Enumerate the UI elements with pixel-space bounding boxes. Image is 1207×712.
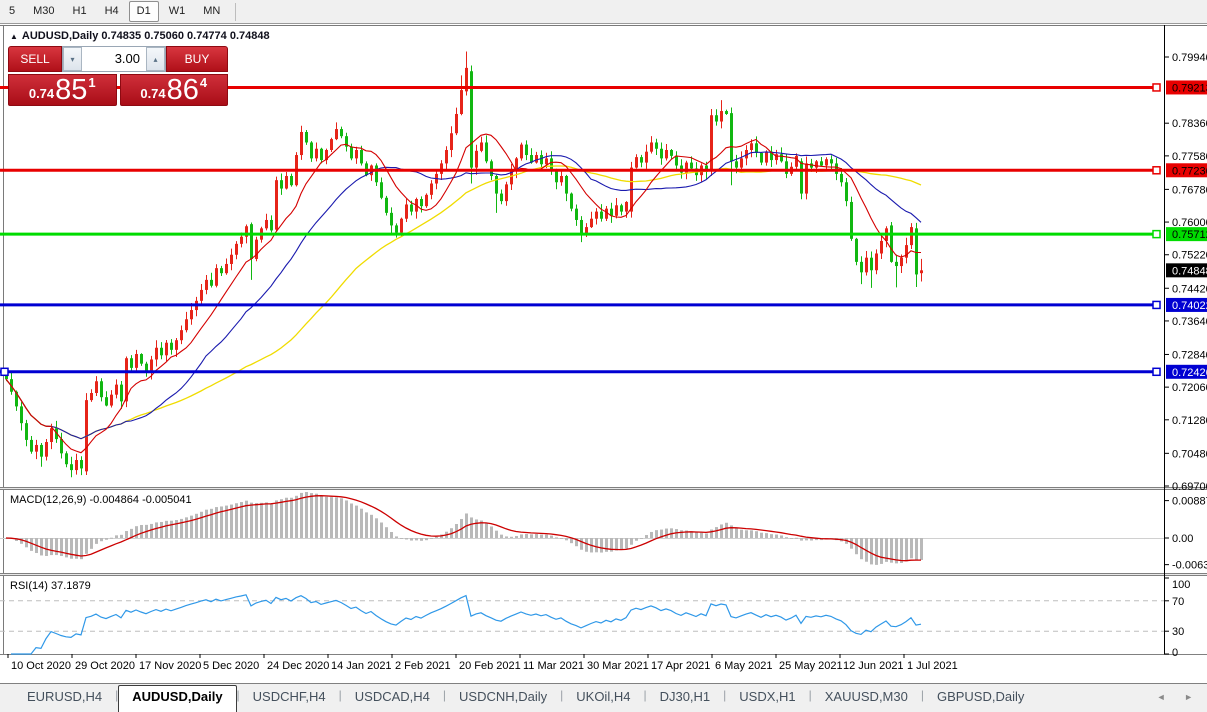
date-tick-label: 17 Nov 2020 (139, 660, 201, 672)
price-badge: 0.77236 (1172, 165, 1207, 177)
date-tick-label: 2 Feb 2021 (395, 660, 451, 672)
ask-prefix: 0.74 (140, 86, 165, 101)
date-tick-label: 14 Jan 2021 (331, 660, 392, 672)
price-tick-label: 0.74420 (1172, 283, 1207, 295)
tab-USDCAD-H4[interactable]: USDCAD,H4 (342, 686, 443, 710)
price-tick-label: 0.70480 (1172, 448, 1207, 460)
tab-USDX-H1[interactable]: USDX,H1 (726, 686, 808, 710)
tab-UKOil-H4[interactable]: UKOil,H4 (563, 686, 643, 710)
date-tick-label: 17 Apr 2021 (651, 660, 710, 672)
price-tick-label: 0.78360 (1172, 118, 1207, 130)
chart-title: ▲ AUDUSD,Daily 0.74835 0.75060 0.74774 0.… (10, 30, 270, 42)
tab-GBPUSD-Daily[interactable]: GBPUSD,Daily (924, 686, 1037, 710)
tab-XAUUSD-M30[interactable]: XAUUSD,M30 (812, 686, 921, 710)
timeframe-button-H4[interactable]: H4 (97, 1, 127, 22)
price-axis[interactable]: 0.799400.783600.775800.767800.760000.752… (1164, 25, 1207, 659)
chart-ohlc-values: 0.74835 0.75060 0.74774 0.74848 (101, 30, 269, 42)
volume-increase-button[interactable]: ▴ (146, 47, 165, 71)
price-badge: 0.79213 (1172, 82, 1207, 94)
candles-layer (5, 52, 923, 478)
date-tick-label: 24 Dec 2020 (267, 660, 329, 672)
price-tick-label: 0.77580 (1172, 151, 1207, 163)
ask-price-display[interactable]: 0.74864 (120, 74, 229, 106)
tab-USDCHF-H4[interactable]: USDCHF,H4 (240, 686, 339, 710)
price-tick-label: 0.75220 (1172, 250, 1207, 262)
ask-pipette: 4 (200, 75, 207, 90)
tab-scroll-left-icon[interactable]: ◄ (1157, 692, 1174, 702)
date-tick-label: 11 Mar 2021 (523, 660, 584, 672)
date-tick-label: 12 Jun 2021 (843, 660, 904, 672)
collapse-panel-icon[interactable]: ▲ (10, 32, 18, 41)
rsi-tick-label: 70 (1172, 596, 1184, 608)
sell-button[interactable]: SELL (8, 46, 62, 72)
rsi-tick-label: 30 (1172, 626, 1184, 638)
timeframe-button-H1[interactable]: H1 (65, 1, 95, 22)
bid-pipette: 1 (88, 75, 95, 90)
bid-price-display[interactable]: 0.74851 (8, 74, 117, 106)
date-tick-label: 25 May 2021 (779, 660, 843, 672)
level-handle[interactable] (1153, 231, 1160, 238)
chart-symbol-label: AUDUSD,Daily (22, 30, 98, 42)
volume-stepper: ▾ 3.00 ▴ (62, 46, 166, 72)
tab-scroll-arrows: ◄ ► (1157, 692, 1201, 702)
toolbar-separator (235, 3, 236, 21)
macd-tick-label: 0.008871 (1172, 496, 1207, 508)
tab-USDCNH-Daily[interactable]: USDCNH,Daily (446, 686, 560, 710)
rsi-label: RSI(14) 37.1879 (10, 580, 91, 592)
tab-DJ30-H1[interactable]: DJ30,H1 (647, 686, 724, 710)
level-handle[interactable] (1153, 368, 1160, 375)
date-tick-label: 6 May 2021 (715, 660, 772, 672)
panel-separators[interactable] (0, 487, 1207, 655)
price-tick-label: 0.72840 (1172, 349, 1207, 361)
rsi-panel (0, 595, 1164, 654)
price-tick-label: 0.73640 (1172, 316, 1207, 328)
date-tick-label: 29 Oct 2020 (75, 660, 135, 672)
bid-prefix: 0.74 (29, 86, 54, 101)
price-tick-label: 0.72060 (1172, 382, 1207, 394)
timeframe-button-M30[interactable]: M30 (25, 1, 62, 22)
rsi-tick-label: 100 (1172, 579, 1190, 591)
date-axis[interactable]: 10 Oct 2020 29 Oct 2020 17 Nov 20205 Dec 2… (8, 654, 958, 672)
tab-scroll-right-icon[interactable]: ► (1184, 692, 1201, 702)
trading-platform-window: 5M30H1H4D1W1MN 0.79940 0.78360 0.77580 0.76… (0, 0, 1207, 712)
date-tick-label: 20 Feb 2021 (459, 660, 521, 672)
one-click-trade-panel: SELL ▾ 3.00 ▴ BUY 0.74851 0.74864 (8, 46, 228, 106)
tab-EURUSD-H4[interactable]: EURUSD,H4 (14, 686, 115, 710)
timeframe-toolbar: 5M30H1H4D1W1MN (0, 0, 1207, 24)
price-tick-label: 0.76780 (1172, 184, 1207, 196)
date-tick-label: 10 Oct 2020 (11, 660, 71, 672)
bid-big-digits: 85 (55, 77, 87, 103)
rsi-tick-label: 0 (1172, 647, 1178, 659)
price-tick-label: 0.71280 (1172, 415, 1207, 427)
price-badge: 0.74848 (1172, 265, 1207, 277)
price-tick-label: 0.69700 (1172, 481, 1207, 493)
date-tick-label: 30 Mar 2021 (587, 660, 649, 672)
price-badge: 0.74022 (1172, 300, 1207, 312)
tab-AUDUSD-Daily[interactable]: AUDUSD,Daily (118, 685, 236, 712)
price-chart[interactable]: 0.799400.783600.775800.767800.760000.752… (0, 24, 1207, 683)
timeframe-button-W1[interactable]: W1 (161, 1, 194, 22)
price-tick-label: 0.79940 (1172, 52, 1207, 64)
price-badge: 0.75712 (1172, 229, 1207, 241)
level-handle[interactable] (1153, 301, 1160, 308)
timeframe-button-D1[interactable]: D1 (129, 1, 159, 22)
symbol-tab-bar: EURUSD,H4|AUDUSD,Daily|USDCHF,H4|USDCAD,… (0, 683, 1207, 712)
volume-input[interactable]: 3.00 (82, 47, 146, 71)
macd-tick-label: 0.00 (1172, 533, 1193, 545)
macd-label: MACD(12,26,9) -0.004864 -0.005041 (10, 494, 192, 506)
date-tick-label: 1 Jul 2021 (907, 660, 958, 672)
ask-big-digits: 86 (167, 77, 199, 103)
timeframe-button-MN[interactable]: MN (195, 1, 228, 22)
level-handle[interactable] (1, 368, 8, 375)
date-tick-label: 5 Dec 2020 (203, 660, 259, 672)
level-handle[interactable] (1153, 167, 1160, 174)
buy-button[interactable]: BUY (166, 46, 228, 72)
moving-averages-layer (6, 134, 921, 453)
price-badge: 0.72426 (1172, 367, 1207, 379)
macd-tick-label: -0.00632 (1172, 560, 1207, 572)
volume-decrease-button[interactable]: ▾ (63, 47, 82, 71)
timeframe-button-5[interactable]: 5 (1, 1, 23, 22)
level-handle[interactable] (1153, 84, 1160, 91)
